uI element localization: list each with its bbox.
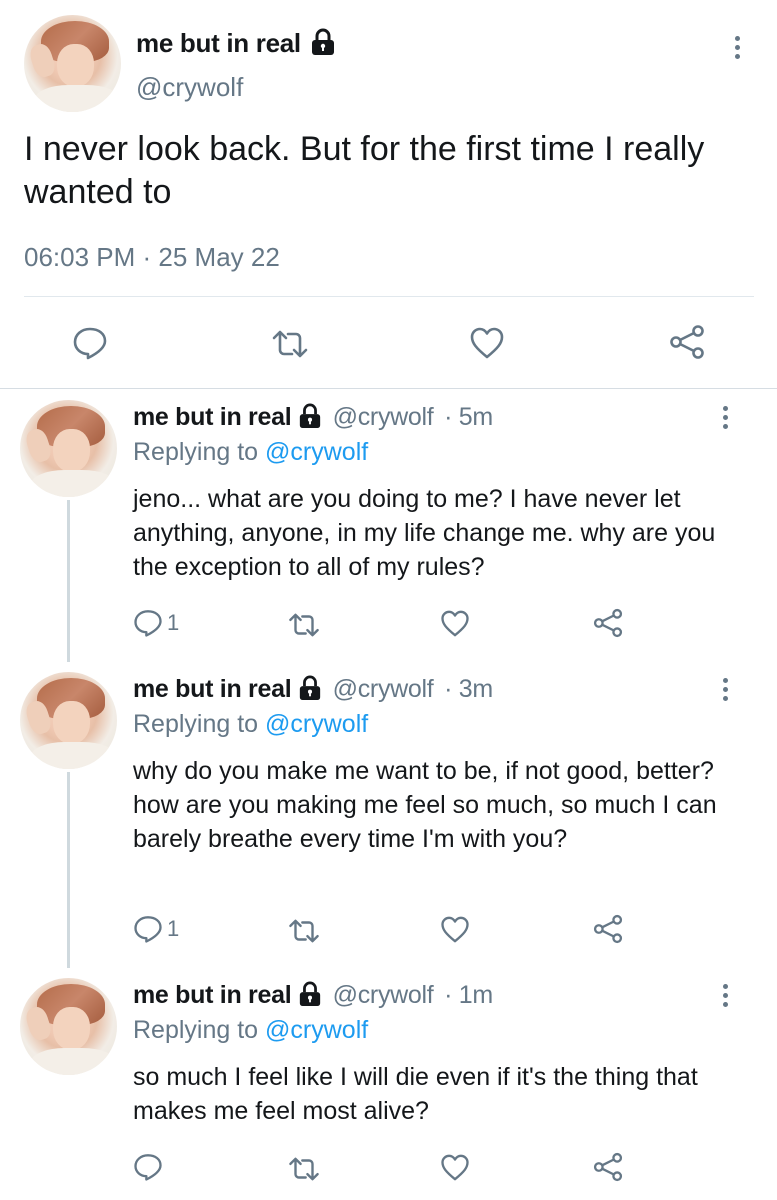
share-button[interactable] [592,608,624,638]
retweet-button[interactable] [287,1155,321,1183]
retweet-button[interactable] [287,611,321,639]
reply-icon [134,916,162,943]
reply-text: so much I feel like I will die even if i… [133,1063,698,1125]
reply-text: why do you make me want to be, if not go… [133,757,717,853]
display-name[interactable]: me but in real [136,28,336,59]
reply-handle: @crywolf [332,981,434,1009]
share-button[interactable] [592,1152,624,1182]
like-icon [441,1154,469,1181]
like-icon [470,327,504,359]
like-icon [441,610,469,637]
divider [0,388,777,389]
share-icon [593,608,623,638]
reply-icon [134,1154,162,1181]
like-button[interactable] [440,915,470,944]
avatar[interactable] [24,15,121,112]
thread-line [67,500,70,662]
share-icon [593,914,623,944]
lock-icon [311,28,334,56]
like-icon [441,916,469,943]
retweet-icon [289,919,319,943]
lock-icon [299,403,321,428]
avatar[interactable] [20,672,117,769]
share-button[interactable] [668,324,706,360]
reply-button[interactable] [72,326,108,360]
reply-handle: @crywolf [332,675,434,703]
retweet-icon [272,330,308,358]
more-options-icon[interactable] [720,406,730,429]
replying-to: Replying to @crywolf [133,1016,369,1044]
share-icon [593,1152,623,1182]
reply-handle: @crywolf [332,403,434,431]
retweet-icon [289,1157,319,1181]
share-button[interactable] [592,914,624,944]
avatar[interactable] [20,978,117,1075]
reply-count: 1 [167,610,180,635]
replying-to: Replying to @crywolf [133,710,369,738]
share-icon [670,325,704,359]
tweet-timestamp[interactable]: 06:03 PM · 25 May 22 [24,242,280,273]
reply-button[interactable]: 1 [133,608,179,638]
reply-text: jeno... what are you doing to me? I have… [133,485,716,581]
retweet-icon [289,613,319,637]
retweet-button[interactable] [287,917,321,945]
like-button[interactable] [440,609,470,638]
lock-icon [299,981,321,1006]
more-options-icon[interactable] [720,984,730,1007]
replying-to-link[interactable]: @crywolf [265,438,368,466]
lock-icon [299,675,321,700]
reply-header[interactable]: me but in real @crywolf · 3m [133,675,493,704]
thread-line [67,772,70,968]
like-button[interactable] [469,326,505,360]
more-options-icon[interactable] [720,678,730,701]
tweet-text: I never look back. But for the first tim… [24,130,705,211]
reply-age: · 3m [444,675,493,703]
reply-icon [73,327,107,360]
reply-header[interactable]: me but in real @crywolf · 5m [133,403,493,432]
reply-count: 1 [167,916,180,941]
reply-icon [134,610,162,637]
replying-to-link[interactable]: @crywolf [265,710,368,738]
more-options-icon[interactable] [732,36,742,59]
like-button[interactable] [440,1153,470,1182]
replying-to: Replying to @crywolf [133,438,369,466]
reply-age: · 1m [444,981,493,1009]
reply-age: · 5m [444,403,493,431]
avatar[interactable] [20,400,117,497]
retweet-button[interactable] [270,328,310,360]
reply-header[interactable]: me but in real @crywolf · 1m [133,981,493,1010]
reply-button[interactable] [133,1152,167,1182]
divider [24,296,754,297]
replying-to-link[interactable]: @crywolf [265,1016,368,1044]
handle[interactable]: @crywolf [136,72,243,103]
reply-button[interactable]: 1 [133,914,179,944]
